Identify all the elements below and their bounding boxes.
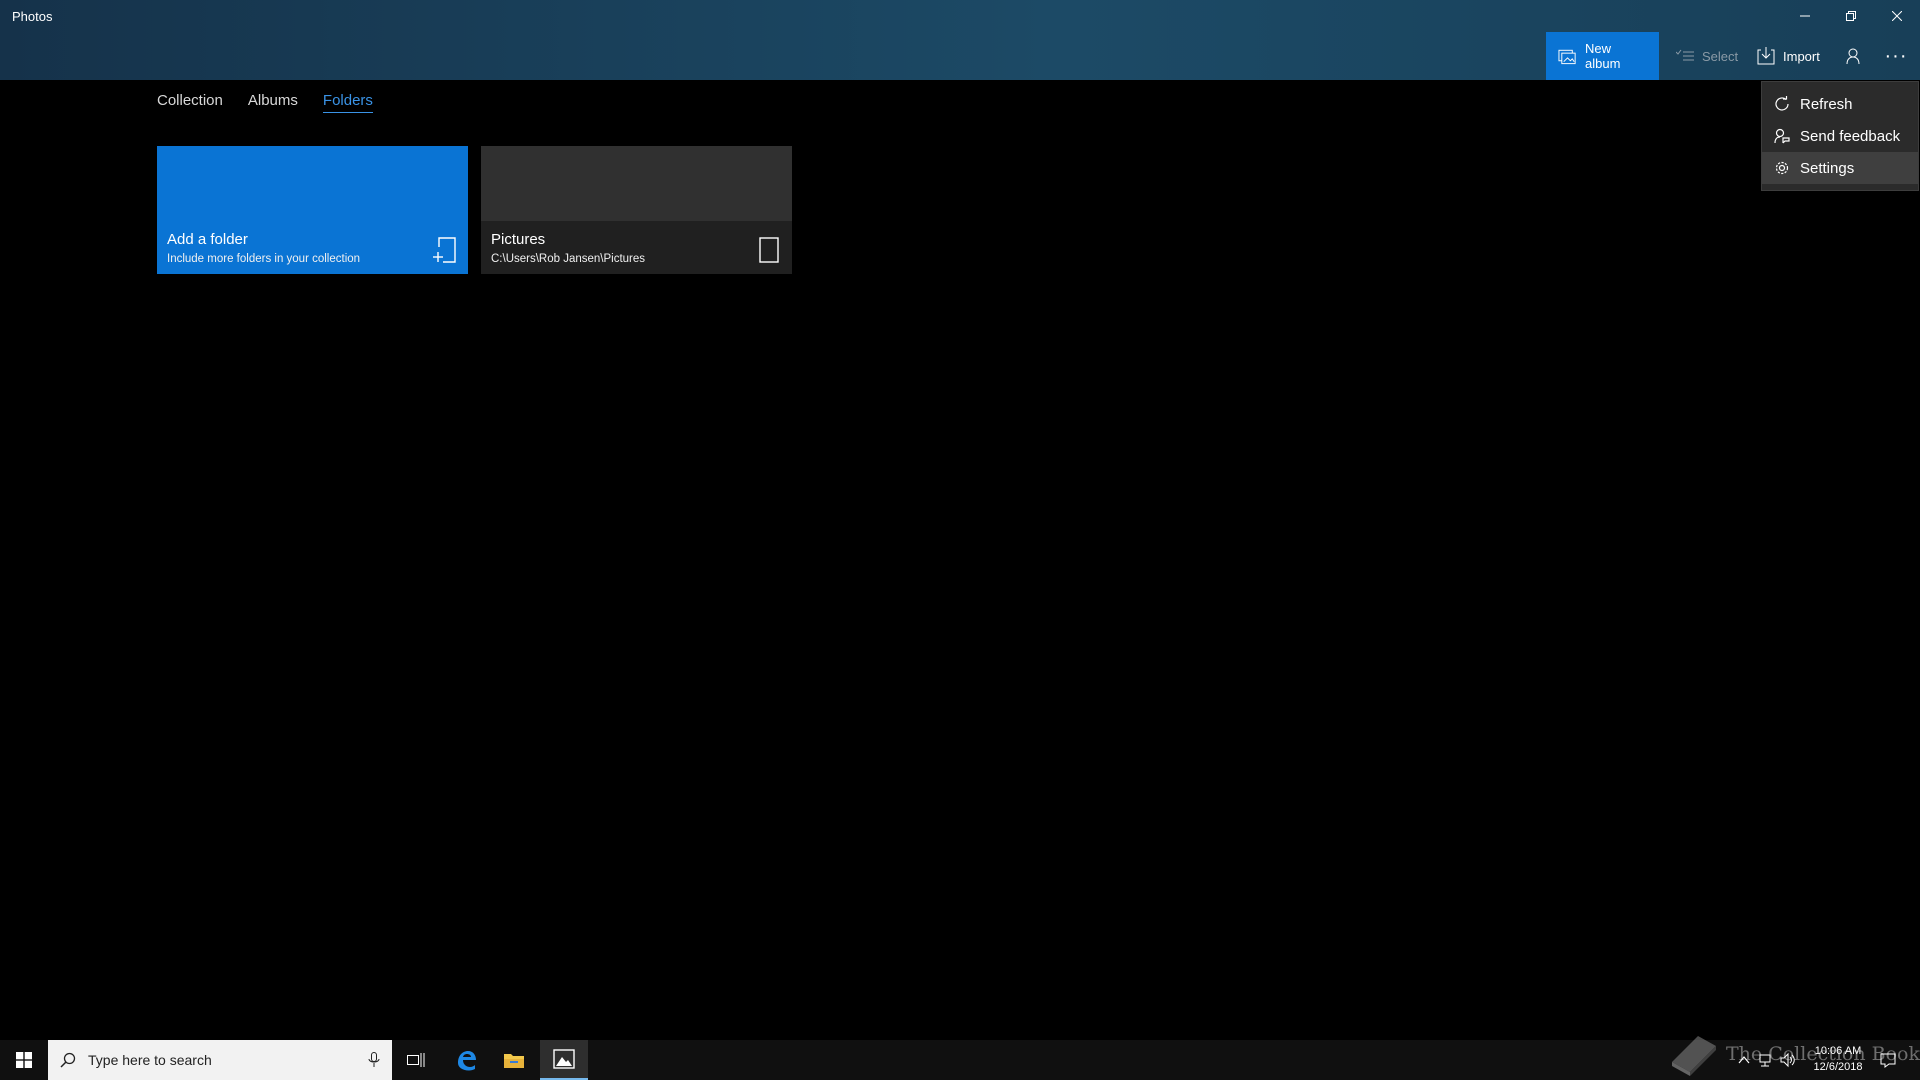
clock-time: 10:06 AM bbox=[1814, 1045, 1862, 1057]
import-button[interactable]: Import bbox=[1745, 32, 1832, 80]
file-explorer-icon bbox=[504, 1054, 524, 1068]
minimize-button[interactable] bbox=[1782, 0, 1828, 32]
volume-icon[interactable] bbox=[1780, 1052, 1796, 1068]
menu-item-send-feedback[interactable]: Send feedback bbox=[1762, 120, 1918, 152]
menu-item-refresh[interactable]: Refresh bbox=[1762, 88, 1918, 120]
system-clock[interactable]: 10:06 AM 12/6/2018 bbox=[1808, 1043, 1868, 1075]
microphone-button[interactable] bbox=[356, 1052, 392, 1068]
tab-collection[interactable]: Collection bbox=[157, 92, 223, 113]
task-view-button[interactable] bbox=[392, 1040, 440, 1080]
network-icon[interactable] bbox=[1758, 1052, 1774, 1068]
edge-taskbar-button[interactable] bbox=[442, 1040, 490, 1080]
more-icon: ··· bbox=[1884, 44, 1908, 67]
restore-icon bbox=[1846, 11, 1856, 21]
menu-item-label: Refresh bbox=[1800, 95, 1853, 113]
menu-item-label: Settings bbox=[1800, 159, 1855, 177]
menu-item-settings[interactable]: Settings bbox=[1762, 152, 1918, 184]
add-folder-tile[interactable]: Add a folder Include more folders in you… bbox=[157, 146, 468, 274]
app-title: Photos bbox=[12, 9, 53, 24]
photos-taskbar-button[interactable] bbox=[540, 1040, 588, 1080]
add-folder-title: Add a folder bbox=[167, 231, 248, 248]
refresh-icon bbox=[1775, 96, 1789, 111]
more-options-button[interactable]: ··· bbox=[1880, 32, 1912, 80]
pictures-folder-path: C:\Users\Rob Jansen\Pictures bbox=[491, 253, 646, 265]
folder-icon bbox=[759, 237, 779, 263]
notification-icon[interactable] bbox=[1880, 1052, 1896, 1068]
new-album-button[interactable]: New album bbox=[1546, 32, 1659, 80]
search-icon bbox=[60, 1052, 76, 1068]
taskbar: Type here to search bbox=[0, 1040, 1920, 1080]
tab-albums[interactable]: Albums bbox=[248, 92, 298, 113]
pictures-folder-title: Pictures bbox=[491, 231, 546, 248]
new-album-label: New album bbox=[1585, 41, 1621, 71]
search-placeholder: Type here to search bbox=[88, 1052, 212, 1068]
taskbar-search-box[interactable]: Type here to search bbox=[48, 1040, 392, 1080]
gear-icon bbox=[1775, 161, 1789, 175]
file-explorer-taskbar-button[interactable] bbox=[490, 1040, 538, 1080]
close-icon bbox=[1892, 11, 1902, 21]
start-button[interactable] bbox=[0, 1040, 48, 1080]
menu-item-label: Send feedback bbox=[1800, 127, 1901, 145]
task-view-icon bbox=[407, 1053, 425, 1067]
windows-logo-icon bbox=[16, 1052, 32, 1068]
select-label: Select bbox=[1702, 48, 1739, 64]
title-bar: Photos New album Select Import ··· bbox=[0, 0, 1920, 80]
account-button[interactable] bbox=[1838, 32, 1870, 80]
chevron-up-icon[interactable] bbox=[1736, 1052, 1752, 1068]
select-list-icon bbox=[1676, 49, 1694, 61]
person-icon bbox=[1846, 48, 1860, 64]
import-label: Import bbox=[1783, 48, 1820, 64]
new-album-icon bbox=[1558, 49, 1576, 65]
select-button[interactable]: Select bbox=[1664, 32, 1750, 80]
book-logo-icon bbox=[1672, 1036, 1716, 1076]
more-options-menu: Refresh Send feedback Settings bbox=[1761, 81, 1919, 191]
edge-icon bbox=[458, 1051, 476, 1071]
close-button[interactable] bbox=[1874, 0, 1920, 32]
import-icon bbox=[1757, 47, 1775, 65]
add-folder-icon bbox=[433, 237, 456, 263]
pictures-folder-tile[interactable]: Pictures C:\Users\Rob Jansen\Pictures bbox=[481, 146, 792, 274]
microphone-icon bbox=[368, 1052, 380, 1067]
clock-date: 12/6/2018 bbox=[1813, 1061, 1863, 1073]
feedback-icon bbox=[1774, 128, 1790, 144]
add-folder-subtitle: Include more folders in your collection bbox=[167, 253, 361, 265]
photos-icon bbox=[553, 1049, 575, 1069]
main-tabs: Collection Albums Folders bbox=[157, 92, 373, 113]
minimize-icon bbox=[1800, 15, 1810, 17]
restore-button[interactable] bbox=[1828, 0, 1874, 32]
tab-folders[interactable]: Folders bbox=[322, 92, 373, 113]
